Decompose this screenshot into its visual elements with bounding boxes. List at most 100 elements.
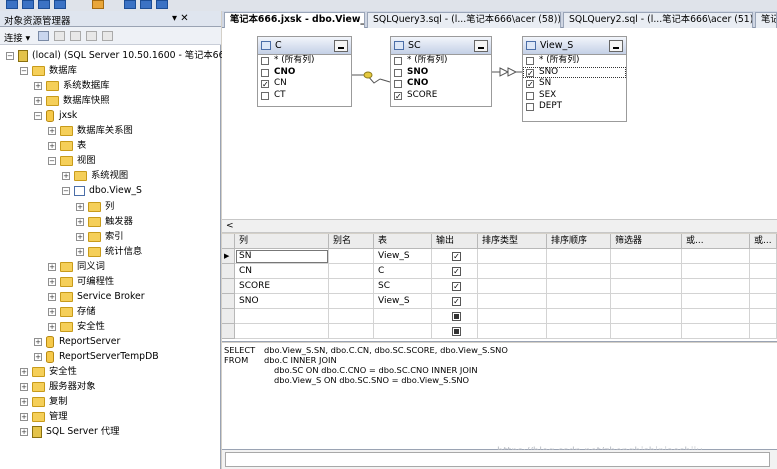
checkbox-checked-icon[interactable]: ✓	[452, 267, 461, 276]
checkbox-checked-icon[interactable]: ✓	[452, 252, 461, 261]
grid-cell-column[interactable]: SCORE	[235, 279, 329, 294]
tree-node[interactable]: + 同义词	[0, 260, 221, 274]
expand-icon[interactable]: +	[34, 337, 42, 346]
checkbox-icon[interactable]	[261, 91, 269, 100]
tree-node[interactable]: + Service Broker	[0, 290, 221, 304]
table-column[interactable]: * (所有列)	[258, 55, 351, 67]
toolbar-icon[interactable]	[6, 0, 18, 9]
connect-button[interactable]: 连接 ▾	[4, 30, 30, 44]
tree-node[interactable]: + 服务器对象	[0, 380, 221, 394]
toolbar-icon[interactable]	[22, 0, 34, 9]
grid-cell-column[interactable]: SNO	[235, 294, 329, 309]
table-column[interactable]: CNO	[391, 78, 491, 90]
grid-cell-column[interactable]: CN	[235, 264, 329, 279]
grid-cell-alias[interactable]	[329, 279, 374, 294]
table-box-sc[interactable]: SC * (所有列) SNO CNO ✓ SCORE	[390, 36, 492, 107]
grid-cell[interactable]	[547, 249, 611, 264]
grid-cell[interactable]	[478, 309, 547, 324]
minimize-button[interactable]	[334, 40, 348, 52]
grid-cell[interactable]	[682, 249, 750, 264]
tree-node[interactable]: + SQL Server 代理	[0, 425, 221, 439]
tree-node[interactable]: + 统计信息	[0, 245, 221, 259]
checkbox-checked-icon[interactable]: ✓	[526, 68, 534, 77]
disconnect-icon[interactable]	[54, 31, 65, 41]
grid-cell[interactable]	[611, 324, 682, 339]
tree-node[interactable]: + 安全性	[0, 320, 221, 334]
table-column[interactable]: CNO	[258, 67, 351, 79]
toolbar-icon[interactable]	[54, 0, 66, 9]
grid-cell-column[interactable]: SN	[235, 249, 329, 264]
expand-icon[interactable]: +	[48, 292, 56, 301]
grid-cell-alias[interactable]	[329, 249, 374, 264]
tree-node[interactable]: + ReportServer	[0, 335, 221, 349]
tab-sqlquery2[interactable]: SQLQuery2.sql - (l...笔记本666\acer (51))*	[563, 12, 753, 28]
grid-cell[interactable]	[611, 279, 682, 294]
grid-cell[interactable]	[611, 264, 682, 279]
toolbar-icon[interactable]	[140, 0, 152, 9]
checkbox-icon[interactable]	[394, 57, 402, 65]
checkbox-checked-icon[interactable]: ✓	[394, 91, 402, 100]
grid-header[interactable]: 筛选器	[611, 234, 682, 249]
grid-cell[interactable]	[750, 309, 777, 324]
grid-cell[interactable]	[547, 279, 611, 294]
expand-icon[interactable]: +	[48, 127, 56, 136]
grid-header[interactable]: 排序类型	[478, 234, 547, 249]
collapse-icon[interactable]: −	[62, 187, 70, 196]
grid-cell[interactable]	[750, 264, 777, 279]
grid-header[interactable]: 表	[374, 234, 432, 249]
grid-cell[interactable]	[478, 249, 547, 264]
grid-cell-table[interactable]: View_S	[374, 249, 432, 264]
table-box-header[interactable]: View_S	[523, 37, 626, 55]
sync-icon[interactable]	[102, 31, 113, 41]
expand-icon[interactable]: +	[20, 413, 28, 422]
table-column[interactable]: * (所有列)	[523, 55, 626, 67]
tab-sqlquery3[interactable]: SQLQuery3.sql - (l...笔记本666\acer (58))*	[367, 12, 561, 28]
grid-cell[interactable]	[478, 264, 547, 279]
tree-node[interactable]: − dbo.View_S	[0, 184, 221, 198]
tree-node[interactable]: + 列	[0, 200, 221, 214]
row-header[interactable]: ▶	[222, 249, 235, 264]
checkbox-checked-icon[interactable]: ✓	[261, 80, 269, 89]
toolbar-icon[interactable]	[92, 0, 104, 9]
grid-cell-alias[interactable]	[329, 324, 374, 339]
table-column[interactable]: SNO	[391, 67, 491, 79]
grid-cell[interactable]	[547, 294, 611, 309]
grid-cell-alias[interactable]	[329, 309, 374, 324]
tree-node[interactable]: + 可编程性	[0, 275, 221, 289]
scroll-left-icon[interactable]: <	[226, 221, 234, 231]
checkbox-checked-icon[interactable]: ✓	[526, 80, 534, 89]
stop-icon[interactable]	[70, 31, 81, 41]
collapse-icon[interactable]: −	[48, 157, 56, 166]
table-column[interactable]: SEX	[523, 90, 626, 102]
collapse-icon[interactable]: −	[6, 52, 14, 60]
table-column[interactable]: DEPT	[523, 101, 626, 113]
collapse-icon[interactable]: −	[34, 112, 42, 121]
expand-icon[interactable]: +	[76, 202, 84, 211]
grid-cell[interactable]	[682, 264, 750, 279]
checkbox-icon[interactable]	[526, 57, 534, 65]
expand-icon[interactable]: +	[48, 307, 56, 316]
row-header[interactable]	[222, 294, 235, 309]
tree-node[interactable]: + 触发器	[0, 215, 221, 229]
tree-node[interactable]: + 存储	[0, 305, 221, 319]
diagram-scrollbar[interactable]: <	[222, 219, 777, 233]
checkbox-checked-icon[interactable]: ✓	[452, 282, 461, 291]
expand-icon[interactable]: +	[48, 322, 56, 331]
expand-icon[interactable]: +	[20, 383, 28, 392]
grid-cell-alias[interactable]	[329, 264, 374, 279]
expand-icon[interactable]: +	[34, 97, 42, 106]
grid-cell[interactable]	[478, 324, 547, 339]
tree-node[interactable]: − 视图	[0, 154, 221, 168]
grid-cell[interactable]	[478, 294, 547, 309]
tree-node[interactable]: + 安全性	[0, 365, 221, 379]
checkbox-icon[interactable]	[394, 68, 402, 77]
grid-header[interactable]: 别名	[329, 234, 374, 249]
row-header[interactable]	[222, 264, 235, 279]
table-column[interactable]: * (所有列)	[391, 55, 491, 67]
table-box-view-s[interactable]: View_S * (所有列) ✓ SNO ✓ SN SEX DEPT	[522, 36, 627, 122]
tree-node[interactable]: + ReportServerTempDB	[0, 350, 221, 364]
collapse-icon[interactable]: −	[20, 67, 28, 76]
grid-cell[interactable]	[547, 324, 611, 339]
grid-cell[interactable]	[682, 324, 750, 339]
expand-icon[interactable]: +	[20, 398, 28, 407]
